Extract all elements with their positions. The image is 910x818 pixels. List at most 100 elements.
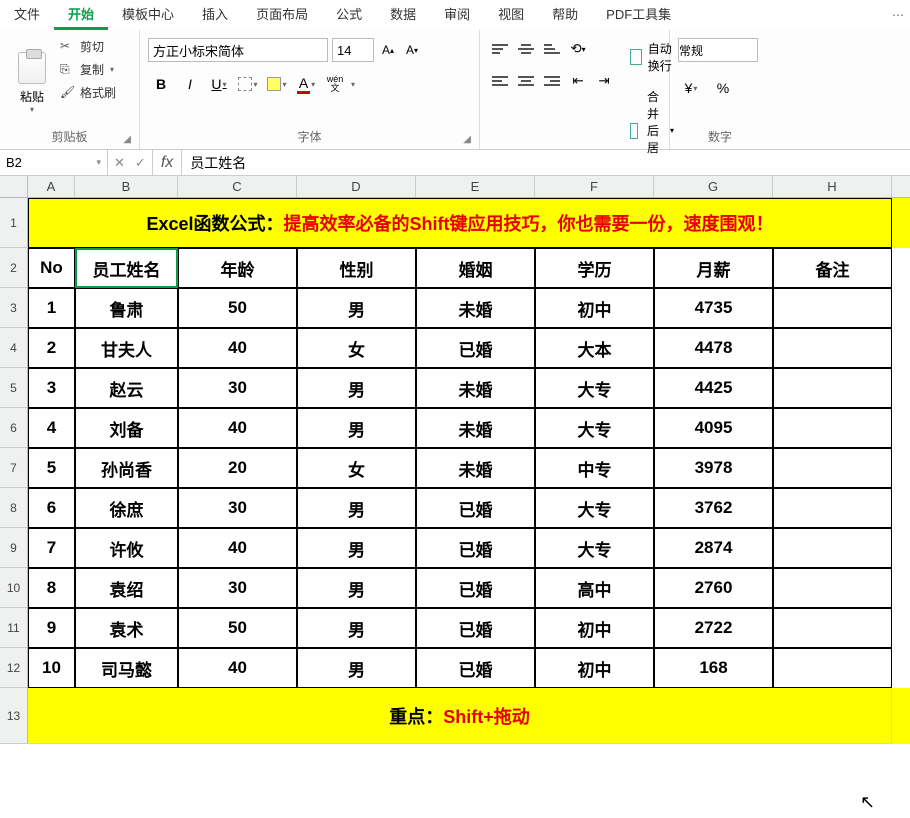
underline-button[interactable]: U▾ (206, 72, 232, 96)
data-cell[interactable]: 40 (178, 328, 297, 368)
data-cell[interactable]: 40 (178, 648, 297, 688)
data-cell[interactable]: 男 (297, 488, 416, 528)
data-cell[interactable]: 2760 (654, 568, 773, 608)
formula-input[interactable] (182, 155, 910, 171)
data-cell[interactable]: 已婚 (416, 568, 535, 608)
copy-button[interactable]: ⎘复制▾ (60, 61, 116, 78)
data-cell[interactable]: 20 (178, 448, 297, 488)
data-cell[interactable]: 7 (28, 528, 75, 568)
format-painter-button[interactable]: 🖌格式刷 (60, 84, 116, 101)
font-dialog-launcher[interactable]: ◢ (463, 134, 471, 145)
decrease-font-button[interactable]: A▾ (402, 39, 422, 61)
data-cell[interactable]: 大专 (535, 408, 654, 448)
data-cell[interactable]: 女 (297, 328, 416, 368)
data-cell[interactable]: 男 (297, 408, 416, 448)
data-cell[interactable]: 赵云 (75, 368, 178, 408)
menu-review[interactable]: 审阅 (430, 0, 484, 30)
menu-file[interactable]: 文件 (0, 0, 54, 30)
data-cell[interactable]: 司马懿 (75, 648, 178, 688)
row-header[interactable]: 9 (0, 528, 28, 568)
menu-formula[interactable]: 公式 (322, 0, 376, 30)
data-cell[interactable]: 3762 (654, 488, 773, 528)
orientation-button[interactable]: ⟲▾ (566, 38, 590, 60)
data-cell[interactable]: 4425 (654, 368, 773, 408)
row-header[interactable]: 6 (0, 408, 28, 448)
data-cell[interactable]: 9 (28, 608, 75, 648)
data-cell[interactable]: 已婚 (416, 608, 535, 648)
border-button[interactable]: ▾ (235, 72, 261, 96)
data-cell[interactable]: 袁绍 (75, 568, 178, 608)
data-cell[interactable]: 40 (178, 528, 297, 568)
indent-increase-button[interactable]: ⇥ (592, 70, 616, 92)
data-cell[interactable]: 未婚 (416, 368, 535, 408)
row-header[interactable]: 11 (0, 608, 28, 648)
align-middle-button[interactable] (514, 38, 538, 60)
data-cell[interactable]: 4735 (654, 288, 773, 328)
data-cell[interactable]: 徐庶 (75, 488, 178, 528)
row-header[interactable]: 4 (0, 328, 28, 368)
data-cell[interactable]: 初中 (535, 608, 654, 648)
header-cell[interactable]: 年龄 (178, 248, 297, 288)
row-header[interactable]: 7 (0, 448, 28, 488)
menu-home[interactable]: 开始 (54, 0, 108, 30)
data-cell[interactable] (773, 568, 892, 608)
title-cell[interactable]: Excel函数公式：提高效率必备的Shift键应用技巧，你也需要一份，速度围观！ (28, 198, 892, 248)
indent-decrease-button[interactable]: ⇤ (566, 70, 590, 92)
data-cell[interactable]: 男 (297, 648, 416, 688)
data-cell[interactable]: 2 (28, 328, 75, 368)
menu-pdf[interactable]: PDF工具集 (592, 0, 685, 30)
data-cell[interactable]: 3 (28, 368, 75, 408)
data-cell[interactable]: 未婚 (416, 288, 535, 328)
data-cell[interactable]: 1 (28, 288, 75, 328)
data-cell[interactable]: 许攸 (75, 528, 178, 568)
row-header[interactable]: 3 (0, 288, 28, 328)
name-box[interactable]: B2▾ (0, 150, 108, 175)
data-cell[interactable]: 30 (178, 488, 297, 528)
col-header-e[interactable]: E (416, 176, 535, 197)
increase-font-button[interactable]: A▴ (378, 39, 398, 61)
align-center-button[interactable] (514, 70, 538, 92)
data-cell[interactable]: 已婚 (416, 328, 535, 368)
formula-confirm-icon[interactable]: ✓ (135, 155, 146, 171)
header-cell[interactable]: 员工姓名 (75, 248, 178, 288)
data-cell[interactable]: 男 (297, 568, 416, 608)
data-cell[interactable] (773, 488, 892, 528)
data-cell[interactable] (773, 528, 892, 568)
align-top-button[interactable] (488, 38, 512, 60)
paste-button[interactable]: 粘贴 ▾ (8, 34, 56, 126)
menu-template[interactable]: 模板中心 (108, 0, 188, 30)
data-cell[interactable] (773, 368, 892, 408)
data-cell[interactable]: 40 (178, 408, 297, 448)
data-cell[interactable]: 未婚 (416, 408, 535, 448)
header-cell[interactable]: 月薪 (654, 248, 773, 288)
col-header-g[interactable]: G (654, 176, 773, 197)
col-header-f[interactable]: F (535, 176, 654, 197)
data-cell[interactable]: 男 (297, 608, 416, 648)
font-color-button[interactable]: A▾ (293, 72, 319, 96)
col-header-b[interactable]: B (75, 176, 178, 197)
data-cell[interactable]: 已婚 (416, 528, 535, 568)
phonetic-button[interactable]: wén文 (322, 72, 348, 96)
data-cell[interactable] (773, 408, 892, 448)
header-cell[interactable]: 婚姻 (416, 248, 535, 288)
align-bottom-button[interactable] (540, 38, 564, 60)
data-cell[interactable]: 10 (28, 648, 75, 688)
data-cell[interactable]: 30 (178, 568, 297, 608)
clipboard-dialog-launcher[interactable]: ◢ (123, 134, 131, 145)
row-header[interactable]: 12 (0, 648, 28, 688)
data-cell[interactable] (773, 648, 892, 688)
formula-cancel-icon[interactable]: ✕ (114, 155, 125, 171)
row-header[interactable]: 10 (0, 568, 28, 608)
data-cell[interactable] (773, 448, 892, 488)
data-cell[interactable]: 初中 (535, 648, 654, 688)
menu-help[interactable]: 帮助 (538, 0, 592, 30)
header-cell[interactable]: 性别 (297, 248, 416, 288)
header-cell[interactable]: No (28, 248, 75, 288)
data-cell[interactable]: 初中 (535, 288, 654, 328)
percent-button[interactable]: % (710, 76, 736, 100)
data-cell[interactable]: 男 (297, 528, 416, 568)
align-right-button[interactable] (540, 70, 564, 92)
data-cell[interactable]: 8 (28, 568, 75, 608)
data-cell[interactable]: 已婚 (416, 648, 535, 688)
select-all-corner[interactable] (0, 176, 28, 197)
